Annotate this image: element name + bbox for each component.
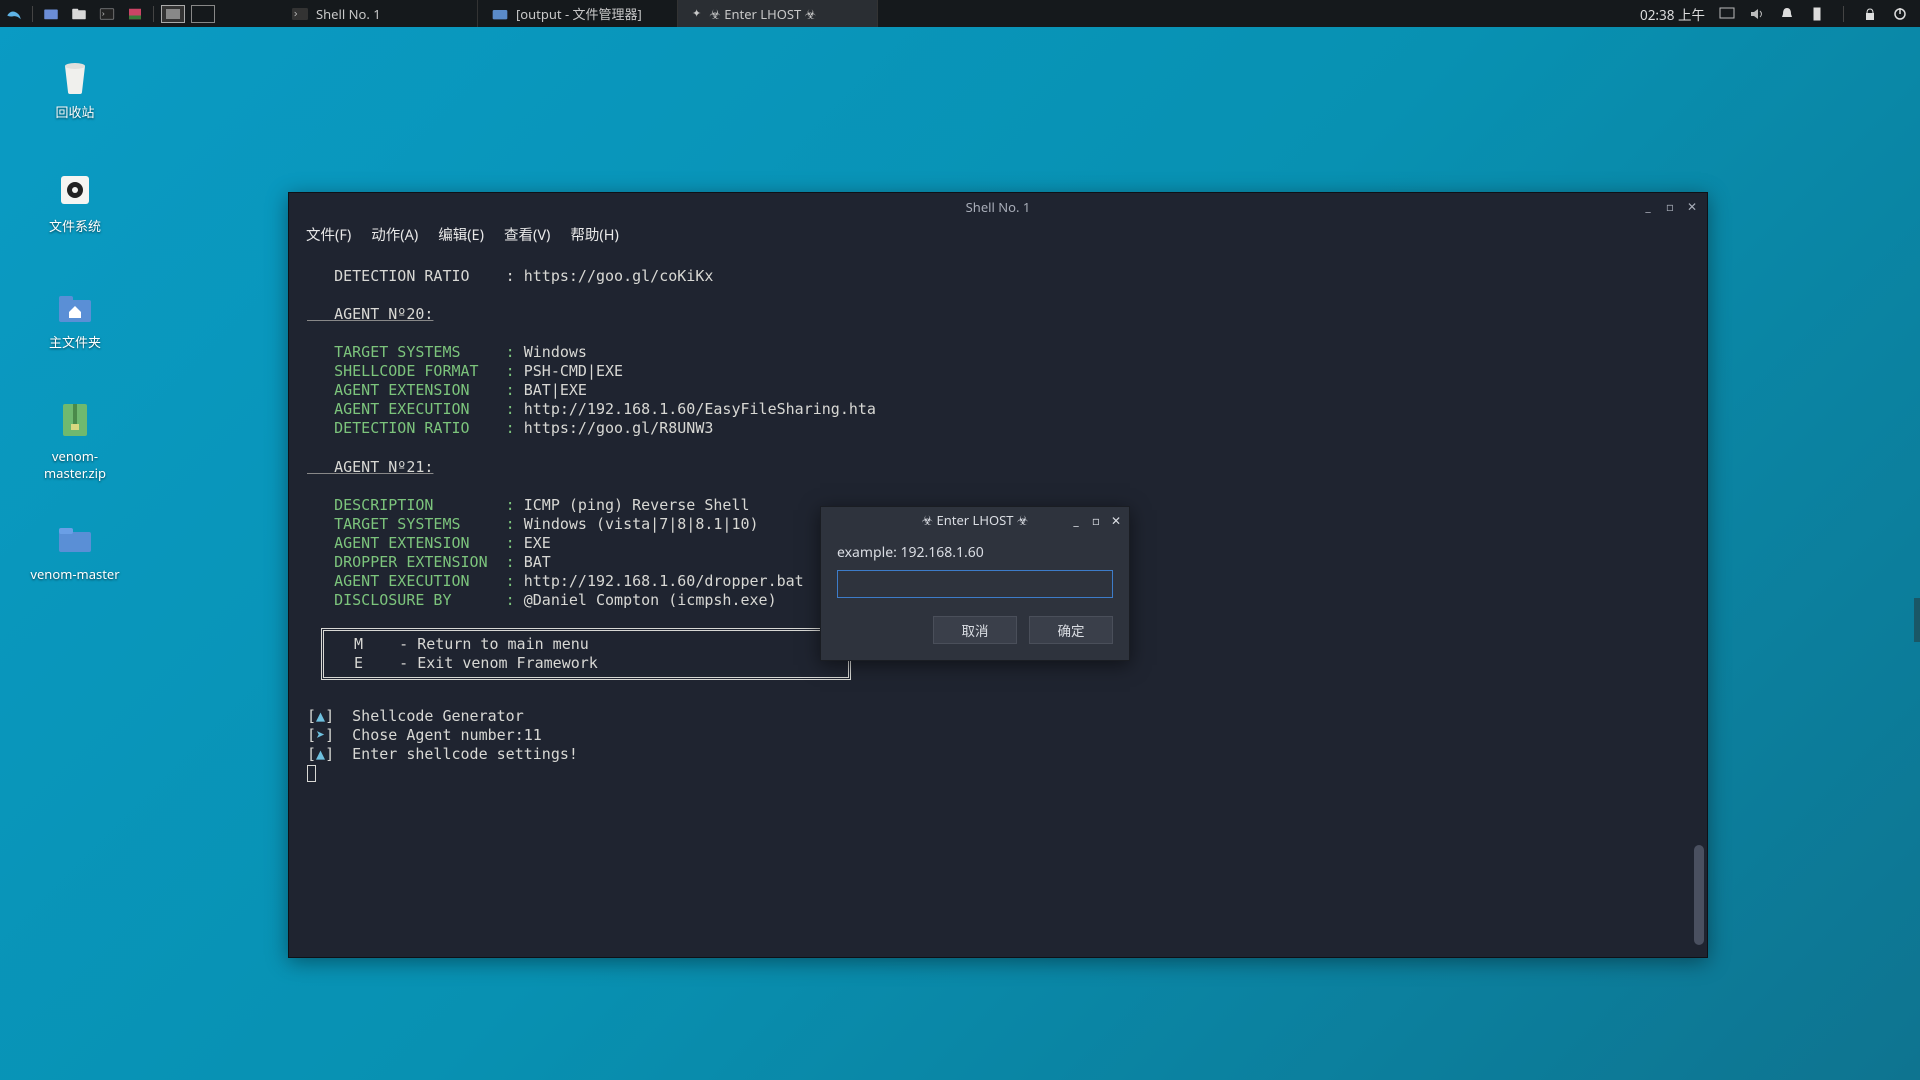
dialog-small-icon: ✦ <box>692 6 701 21</box>
menu-action[interactable]: 动作(A) <box>362 221 427 248</box>
taskbar-label: Shell No. 1 <box>316 5 381 23</box>
kali-menu-icon[interactable] <box>0 0 28 27</box>
dialog-body: example: 192.168.1.60 取消 确定 <box>821 533 1129 660</box>
line: AGENT Nº21: <box>307 458 433 476</box>
icon-label: 文件系统 <box>30 218 120 235</box>
workspace-2[interactable] <box>191 5 215 23</box>
minimize-button[interactable]: _ <box>1641 200 1655 214</box>
folder-small-icon <box>492 8 508 20</box>
icon-label: venom-master.zip <box>30 448 120 482</box>
dialog-title: ☣ Enter LHOST ☣ <box>921 511 1028 529</box>
panel-left: Shell No. 1 [output - 文件管理器] ✦ ☣ Enter L… <box>0 0 878 27</box>
top-panel: Shell No. 1 [output - 文件管理器] ✦ ☣ Enter L… <box>0 0 1920 27</box>
icon-label: 主文件夹 <box>30 334 120 351</box>
line: [▲] Shellcode Generator <box>307 707 524 725</box>
menu-help[interactable]: 帮助(H) <box>561 221 627 248</box>
window-title: Shell No. 1 <box>966 198 1031 216</box>
taskbar-item-shell[interactable]: Shell No. 1 <box>278 0 478 27</box>
dialog-maximize-button[interactable]: ▫ <box>1089 512 1103 529</box>
dialog-close-button[interactable]: ✕ <box>1109 512 1123 529</box>
volume-icon[interactable] <box>1749 6 1765 22</box>
separator <box>153 6 154 22</box>
dialog-titlebar[interactable]: ☣ Enter LHOST ☣ _ ▫ ✕ <box>821 507 1129 533</box>
menu-file[interactable]: 文件(F) <box>297 221 360 248</box>
close-button[interactable]: ✕ <box>1685 200 1699 214</box>
line: DISCLOSURE BY : @Daniel Compton (icmpsh.… <box>307 591 777 609</box>
desktop-trash-icon[interactable]: 回收站 <box>30 52 120 121</box>
window-controls: _ ▫ ✕ <box>1641 200 1699 214</box>
line: TARGET SYSTEMS : Windows <box>307 343 587 361</box>
terminal-small-icon <box>292 8 308 20</box>
taskbar-label: ☣ Enter LHOST ☣ <box>709 5 816 23</box>
separator <box>1843 6 1844 22</box>
menu-line: M - Return to main menu <box>354 635 589 653</box>
desktop-filesystem-icon[interactable]: 文件系统 <box>30 166 120 235</box>
panel-right: 02:38 上午 <box>1640 4 1920 24</box>
line: AGENT EXECUTION : http://192.168.1.60/dr… <box>307 572 804 590</box>
ok-button[interactable]: 确定 <box>1029 616 1113 644</box>
line: DETECTION RATIO : https://goo.gl/coKiKx <box>307 267 713 285</box>
show-desktop-icon[interactable] <box>37 0 65 27</box>
taskbar-item-dialog[interactable]: ✦ ☣ Enter LHOST ☣ <box>678 0 878 27</box>
battery-icon[interactable] <box>1809 6 1825 22</box>
menu-edit[interactable]: 编辑(E) <box>429 221 493 248</box>
menu-line: E - Exit venom Framework <box>354 654 598 672</box>
icon-label: venom-master <box>30 566 120 583</box>
power-icon[interactable] <box>1892 6 1908 22</box>
lhost-dialog: ☣ Enter LHOST ☣ _ ▫ ✕ example: 192.168.1… <box>820 506 1130 661</box>
line: DETECTION RATIO : https://goo.gl/R8UNW3 <box>307 419 713 437</box>
line: AGENT EXTENSION : EXE <box>307 534 551 552</box>
desktop-zip-icon[interactable]: venom-master.zip <box>30 396 120 482</box>
line: TARGET SYSTEMS : Windows (vista|7|8|8.1|… <box>307 515 759 533</box>
cancel-button[interactable]: 取消 <box>933 616 1017 644</box>
terminal-titlebar[interactable]: Shell No. 1 _ ▫ ✕ <box>289 193 1707 220</box>
taskbar-item-filemanager[interactable]: [output - 文件管理器] <box>478 0 678 27</box>
separator <box>32 6 33 22</box>
edge-strip[interactable] <box>1914 598 1920 642</box>
line: DROPPER EXTENSION : BAT <box>307 553 551 571</box>
line: AGENT Nº20: <box>307 305 433 323</box>
icon-label: 回收站 <box>30 104 120 121</box>
dialog-label: example: 192.168.1.60 <box>837 543 1113 562</box>
file-manager-icon[interactable] <box>65 0 93 27</box>
lhost-input[interactable] <box>837 570 1113 598</box>
line: AGENT EXTENSION : BAT|EXE <box>307 381 587 399</box>
notification-icon[interactable] <box>1779 6 1795 22</box>
terminal-menubar: 文件(F) 动作(A) 编辑(E) 查看(V) 帮助(H) <box>289 220 1707 248</box>
workspace-1[interactable] <box>161 5 185 23</box>
line: SHELLCODE FORMAT : PSH-CMD|EXE <box>307 362 623 380</box>
maximize-button[interactable]: ▫ <box>1663 200 1677 214</box>
dialog-controls: _ ▫ ✕ <box>1069 512 1123 529</box>
terminal-icon[interactable] <box>93 0 121 27</box>
taskbar-label: [output - 文件管理器] <box>516 4 642 23</box>
dialog-buttons: 取消 确定 <box>837 616 1113 644</box>
scrollbar-thumb[interactable] <box>1694 845 1704 945</box>
display-icon[interactable] <box>1719 6 1735 22</box>
desktop-folder-icon[interactable]: venom-master <box>30 514 120 583</box>
menu-view[interactable]: 查看(V) <box>495 221 559 248</box>
line: [▲] Enter shellcode settings! <box>307 745 578 763</box>
menu-box: M - Return to main menu E - Exit venom F… <box>321 628 851 680</box>
line: [➤] Chose Agent number:11 <box>307 726 542 744</box>
line: AGENT EXECUTION : http://192.168.1.60/Ea… <box>307 400 876 418</box>
dialog-minimize-button[interactable]: _ <box>1069 512 1083 529</box>
desktop-home-icon[interactable]: 主文件夹 <box>30 282 120 351</box>
cursor <box>307 765 316 782</box>
line: DESCRIPTION : ICMP (ping) Reverse Shell <box>307 496 750 514</box>
app-launcher-icon[interactable] <box>121 0 149 27</box>
lock-icon[interactable] <box>1862 6 1878 22</box>
clock[interactable]: 02:38 上午 <box>1640 4 1705 24</box>
